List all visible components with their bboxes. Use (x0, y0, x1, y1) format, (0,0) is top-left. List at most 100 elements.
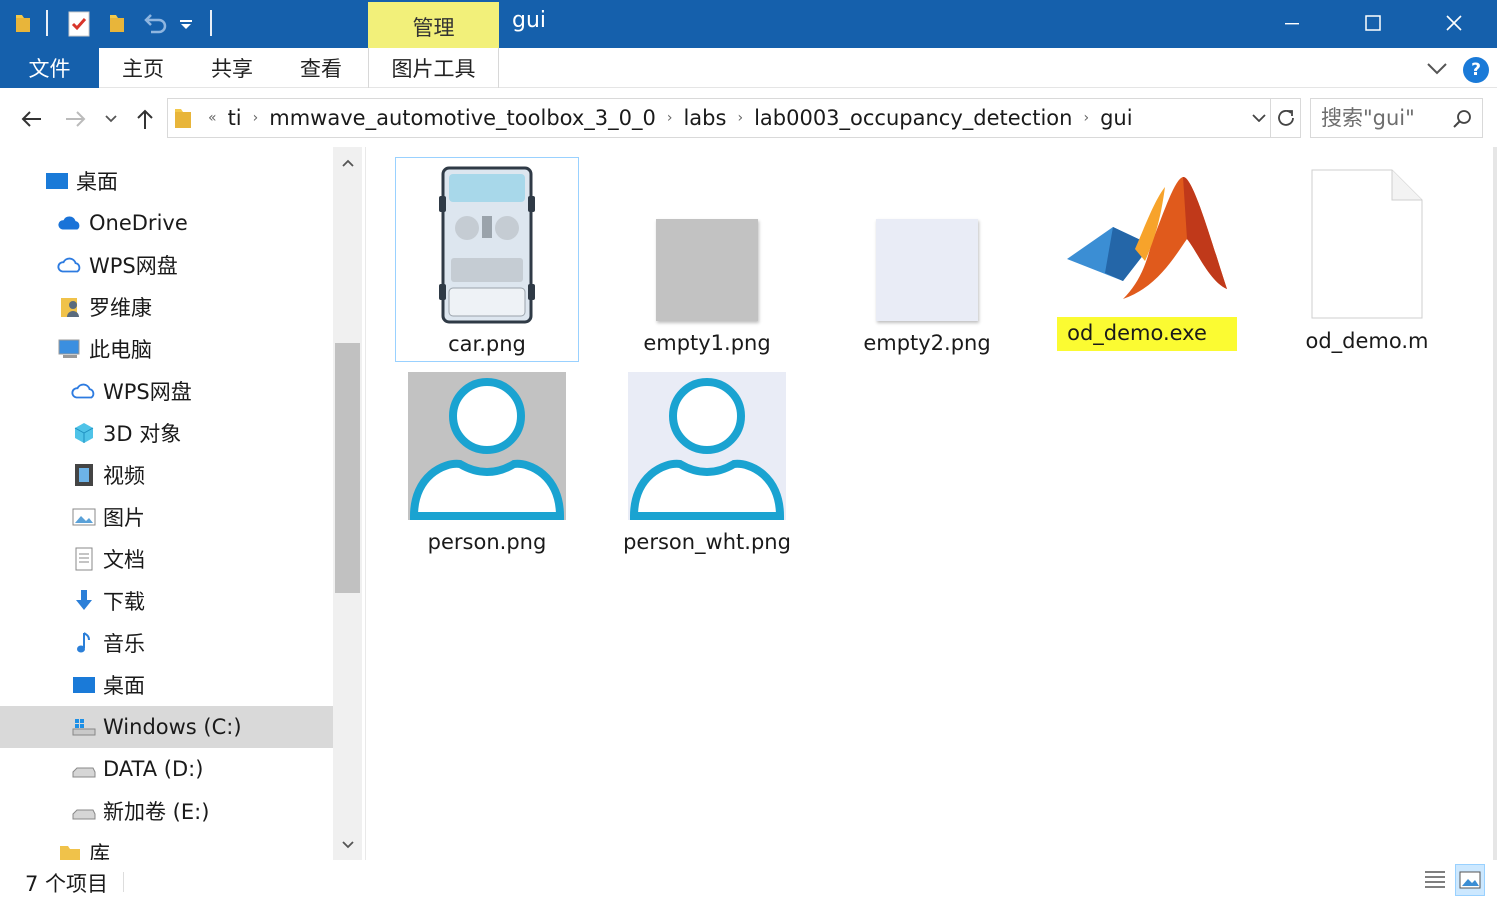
nav-item-wps-cloud[interactable]: WPS网盘 (0, 244, 333, 286)
breadcrumb-gui[interactable]: gui (1100, 106, 1132, 130)
undo-icon[interactable] (142, 12, 168, 36)
back-button[interactable] (17, 105, 45, 133)
address-bar[interactable]: « ti › mmwave_automotive_toolbox_3_0_0 ›… (167, 98, 1271, 138)
file-name: od_demo.m (1305, 329, 1429, 353)
file-item[interactable]: person.png (395, 369, 579, 569)
nav-item-label: WPS网盘 (89, 254, 178, 278)
nav-item-label: WPS网盘 (103, 380, 192, 404)
nav-item-pictures[interactable]: 图片 (0, 496, 333, 538)
file-name: person.png (427, 530, 547, 554)
nav-item-videos[interactable]: 视频 (0, 454, 333, 496)
tab-share[interactable]: 共享 (211, 48, 253, 88)
nav-item-this-pc[interactable]: 此电脑 (0, 328, 333, 370)
folder-icon[interactable] (14, 12, 32, 34)
expand-ribbon-icon[interactable] (1426, 62, 1448, 76)
qat-separator (210, 10, 212, 36)
recent-locations-button[interactable] (98, 105, 124, 133)
breadcrumb-separator[interactable]: › (1083, 110, 1089, 126)
nav-item-label: Windows (C:) (103, 715, 242, 739)
scroll-thumb[interactable] (335, 343, 360, 593)
maximize-button[interactable] (1333, 0, 1413, 46)
overflow-chevron[interactable]: « (208, 110, 217, 126)
nav-item-label: 下载 (103, 590, 145, 614)
file-item[interactable]: empty1.png (615, 157, 799, 362)
search-box[interactable] (1310, 98, 1483, 138)
folder-icon (175, 109, 191, 128)
content-scrollbar[interactable] (1493, 147, 1497, 860)
item-count: 7 个项目 (25, 872, 109, 896)
nav-item-label: 桌面 (76, 170, 118, 194)
file-name: car.png (448, 332, 526, 356)
nav-item-wps-cloud-2[interactable]: WPS网盘 (0, 370, 333, 412)
nav-item-label: 文档 (103, 548, 145, 572)
breadcrumb-toolbox[interactable]: mmwave_automotive_toolbox_3_0_0 (269, 106, 656, 130)
details-view-button[interactable] (1420, 864, 1450, 896)
large-icons-view-icon (1459, 871, 1481, 889)
minimize-button[interactable] (1252, 0, 1332, 46)
file-name: od_demo.exe (1067, 321, 1207, 345)
nav-item-libraries[interactable]: 库 (0, 832, 333, 860)
nav-item-label: 音乐 (103, 632, 145, 656)
file-item[interactable]: od_demo.m (1275, 157, 1459, 362)
file-item[interactable]: car.png (395, 157, 579, 362)
breadcrumb-separator[interactable]: › (737, 110, 743, 126)
tab-home[interactable]: 主页 (122, 48, 164, 88)
nav-item-music[interactable]: 音乐 (0, 622, 333, 664)
minimize-icon (1285, 23, 1299, 25)
tab-view[interactable]: 查看 (300, 48, 342, 88)
details-view-icon (1425, 871, 1445, 888)
3d-objects-icon (71, 421, 97, 445)
forward-button[interactable] (62, 105, 90, 133)
close-icon (1446, 15, 1462, 31)
address-history-dropdown[interactable] (1247, 98, 1271, 138)
breadcrumb-lab0003[interactable]: lab0003_occupancy_detection (754, 106, 1072, 130)
onedrive-cloud-icon (57, 211, 83, 235)
file-item[interactable]: person_wht.png (615, 369, 799, 569)
nav-item-documents[interactable]: 文档 (0, 538, 333, 580)
breadcrumb-labs[interactable]: labs (683, 106, 726, 130)
nav-item-label: OneDrive (89, 211, 188, 235)
file-item[interactable]: empty2.png (835, 157, 1019, 362)
this-pc-icon (57, 337, 83, 361)
search-input[interactable] (1321, 106, 1451, 130)
nav-item-user[interactable]: 罗维康 (0, 286, 333, 328)
nav-item-desktop[interactable]: 桌面 (0, 160, 333, 202)
nav-item-downloads[interactable]: 下载 (0, 580, 333, 622)
refresh-icon (1277, 110, 1294, 126)
chevron-up-icon (341, 159, 354, 167)
refresh-button[interactable] (1271, 98, 1301, 138)
scroll-down-button[interactable] (333, 831, 362, 859)
close-button[interactable] (1414, 0, 1494, 46)
breadcrumb-separator[interactable]: › (253, 110, 259, 126)
nav-item-onedrive[interactable]: OneDrive (0, 202, 333, 244)
properties-icon[interactable] (68, 11, 90, 37)
nav-item-data-d[interactable]: DATA (D:) (0, 748, 333, 790)
nav-item-windows-c[interactable]: Windows (C:) (0, 706, 333, 748)
navigation-scrollbar[interactable] (333, 147, 362, 860)
tab-picture-tools[interactable]: 图片工具 (368, 48, 499, 88)
large-icons-view-button[interactable] (1455, 864, 1485, 896)
person-gray-thumbnail (408, 372, 566, 520)
qat-customize-icon[interactable] (180, 20, 192, 30)
window-title: gui (512, 8, 547, 33)
help-button[interactable]: ? (1463, 57, 1489, 83)
breadcrumb-ti[interactable]: ti (228, 106, 242, 130)
nav-item-label: 罗维康 (89, 296, 152, 320)
new-folder-icon[interactable] (108, 12, 126, 34)
nav-item-new-volume-e[interactable]: 新加卷 (E:) (0, 790, 333, 832)
scroll-up-button[interactable] (333, 149, 362, 177)
status-bar: 7 个项目 (0, 860, 1497, 901)
file-item[interactable]: od_demo.exe (1055, 157, 1239, 372)
nav-item-desktop-2[interactable]: 桌面 (0, 664, 333, 706)
videos-icon (71, 463, 97, 487)
nav-item-3d-objects[interactable]: 3D 对象 (0, 412, 333, 454)
search-icon[interactable] (1452, 109, 1472, 129)
nav-item-label: DATA (D:) (103, 757, 204, 781)
tab-file[interactable]: 文件 (0, 48, 99, 88)
user-folder-icon (57, 295, 83, 319)
desktop-icon (71, 673, 97, 697)
up-button[interactable] (131, 105, 159, 133)
tab-manage[interactable]: 管理 (368, 2, 499, 48)
breadcrumb-separator[interactable]: › (667, 110, 673, 126)
file-name-highlight: od_demo.exe (1057, 317, 1237, 351)
